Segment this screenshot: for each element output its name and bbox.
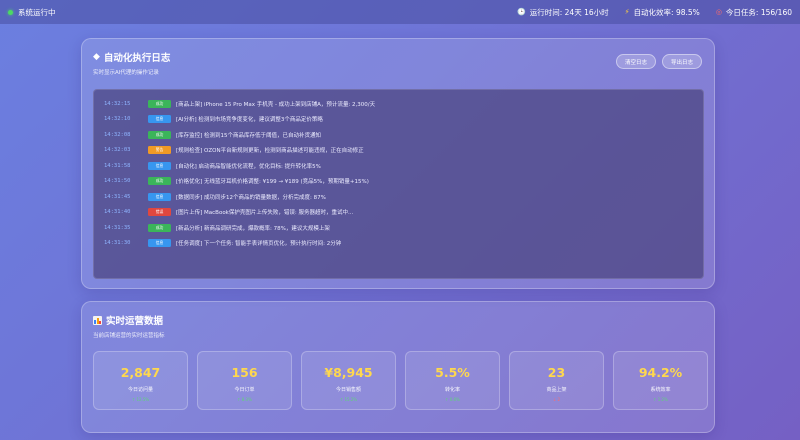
log-card-subtitle: 实时显示AI代理的操作记录 [93,70,159,76]
log-time: 14:31:30 [104,240,131,247]
top-stats: 🕒 运行时间: 24天 16小时 ⚡ 自动化效率: 98.5% ◎ 今日任务: … [517,7,792,18]
system-status-text: 系统运行中 [18,7,56,17]
log-time: 14:32:10 [104,116,131,123]
metric-card: 156 今日订单 ↑ 8.3% [197,351,292,410]
metric-change: ↑ 15.2% [339,397,358,402]
log-message: [AI分析] 检测到市场竞争度变化，建议调整3个商品定价策略 [176,117,323,124]
log-message: [图片上传] MacBook保护壳图片上传失败，错误: 服务器超时，重试中... [176,210,354,217]
log-time: 14:31:58 [104,162,131,169]
metric-label: 今日订单 [234,387,255,393]
log-message: [任务调度] 下一个任务: 智能手表详情页优化，预计执行时间: 2分钟 [176,241,342,248]
efficiency-stat: ⚡ 自动化效率: 98.5% [625,7,700,18]
log-entry: 14:31:50 成功 [价格优化] 无线蓝牙耳机价格调整: ¥199 → ¥189… [104,174,693,190]
metric-change: ↓ 2 [552,397,561,402]
log-tag-badge: 成功 [148,130,171,139]
metric-card: 23 商品上架 ↓ 2 [509,351,604,410]
log-tag-badge: 信息 [148,115,171,124]
log-tag-badge: 信息 [148,161,171,170]
log-entry: 14:32:10 信息 [AI分析] 检测到市场竞争度变化，建议调整3个商品定价策略 [104,112,693,128]
metric-label: 转化率 [444,387,460,393]
metric-change: ↑ 0.8% [445,397,460,402]
metric-card: 5.5% 转化率 ↑ 0.8% [405,351,500,410]
log-entry: 14:31:40 错误 [图片上传] MacBook保护壳图片上传失败，错误: 服务… [104,205,693,221]
metric-change: ↑ 12.5% [131,397,150,402]
log-console[interactable]: 14:32:15 成功 [商品上架] iPhone 15 Pro Max 手机壳 -… [93,89,704,279]
metrics-title-text: 实时运营数据 [106,316,164,327]
clear-log-button[interactable]: 清空日志 [615,54,656,69]
metric-label: 系统效率 [650,387,671,393]
metrics-card-subtitle: 当前店铺运营的实时运营指标 [93,333,165,339]
log-time: 14:31:45 [104,193,131,200]
metrics-grid: 2,847 今日访问量 ↑ 12.5% 156 今日订单 ↑ 8.3% ¥8,945 今日销售… [93,351,708,410]
log-tag-badge: 信息 [148,239,171,248]
log-time: 14:32:15 [104,100,131,107]
metric-change: ↑ 8.3% [237,397,252,402]
metric-label: 商品上架 [546,387,567,393]
bar-chart-icon [93,315,102,325]
metrics-card-title: 实时运营数据 [93,313,165,327]
log-title-text: 自动化执行日志 [103,53,171,64]
log-tag-badge: 信息 [148,192,171,201]
log-message: [数据同步] 成功同步12个商品的销量数据，分析完成度: 87% [176,194,326,201]
log-entry: 14:32:03 警告 [规则检查] OZON平台新规则更新，检测到商品描述可能违规… [104,143,693,159]
metric-card: 94.2% 系统效率 ↑ 1.2% [613,351,708,410]
log-message: [商品上架] iPhone 15 Pro Max 手机壳 - 成功上架到店铺A，… [176,101,376,108]
target-icon: ◎ [715,8,722,16]
top-status-bar: 系统运行中 🕒 运行时间: 24天 16小时 ⚡ 自动化效率: 98.5% ◎ … [0,0,800,24]
metric-value: ¥8,945 [324,365,373,380]
diamond-icon: ◆ [93,52,100,62]
log-tag-badge: 警告 [148,146,171,155]
log-tag-badge: 错误 [148,208,171,217]
status-dot-icon [8,9,13,15]
export-log-button[interactable]: 导出日志 [661,54,702,69]
log-tag-badge: 成功 [148,177,171,186]
realtime-metrics-card: 实时运营数据 当前店铺运营的实时运营指标 2,847 今日访问量 ↑ 12.5% 15… [81,301,715,433]
system-status: 系统运行中 [8,7,56,18]
tasks-stat: ◎ 今日任务: 156/160 [716,7,792,18]
metric-label: 今日销售额 [335,387,361,393]
log-actions: 清空日志 导出日志 [615,54,702,69]
uptime-text: 运行时间: 24天 16小时 [529,7,609,17]
log-entry: 14:31:45 信息 [数据同步] 成功同步12个商品的销量数据，分析完成度: 8… [104,189,693,205]
log-tag-badge: 成功 [148,99,171,108]
metric-value: 2,847 [120,365,161,380]
tasks-text: 今日任务: 156/160 [725,7,792,17]
metric-card: ¥8,945 今日销售额 ↑ 15.2% [301,351,396,410]
bolt-icon: ⚡ [624,8,630,16]
log-time: 14:31:50 [104,178,131,185]
metric-card: 2,847 今日访问量 ↑ 12.5% [93,351,188,410]
log-entry: 14:31:58 信息 [自动化] 启动商品智能优化流程，优化目标: 提升转化率5% [104,158,693,174]
metric-value: 94.2% [638,365,683,380]
automation-log-card: ◆ 自动化执行日志 实时显示AI代理的操作记录 清空日志 导出日志 14:32:… [81,38,715,289]
log-time: 14:31:40 [104,209,131,216]
efficiency-text: 自动化效率: 98.5% [633,7,700,17]
log-message: [规则检查] OZON平台新规则更新，检测到商品描述可能违规，正在自动修正 [176,148,364,155]
metric-value: 156 [231,365,258,380]
metric-value: 23 [547,365,566,380]
log-time: 14:32:08 [104,131,131,138]
metrics-card-header: 实时运营数据 当前店铺运营的实时运营指标 [93,313,165,339]
metric-change: ↑ 1.2% [653,397,668,402]
log-tag-badge: 成功 [148,223,171,232]
log-card-header: ◆ 自动化执行日志 实时显示AI代理的操作记录 [93,50,170,76]
log-entry: 14:32:15 成功 [商品上架] iPhone 15 Pro Max 手机壳 -… [104,96,693,112]
log-message: [价格优化] 无线蓝牙耳机价格调整: ¥199 → ¥189 (竞品5%，预期销… [176,179,369,186]
log-time: 14:31:35 [104,224,131,231]
log-message: [自动化] 启动商品智能优化流程，优化目标: 提升转化率5% [176,163,321,170]
log-card-title: ◆ 自动化执行日志 [93,50,170,64]
log-message: [新品分析] 新商品调研完成，爆款概率: 78%，建议大规模上架 [176,225,330,232]
log-time: 14:32:03 [104,147,131,154]
uptime-stat: 🕒 运行时间: 24天 16小时 [517,7,609,18]
clock-icon: 🕒 [517,8,526,16]
log-message: [库存监控] 检测到15个商品库存低于阈值，已自动补货通知 [176,132,322,139]
metric-value: 5.5% [435,365,470,380]
log-entry: 14:32:08 成功 [库存监控] 检测到15个商品库存低于阈值，已自动补货通知 [104,127,693,143]
log-entry: 14:31:30 信息 [任务调度] 下一个任务: 智能手表详情页优化，预计执行时间… [104,236,693,252]
metric-label: 今日访问量 [127,387,153,393]
log-entry: 14:31:35 成功 [新品分析] 新商品调研完成，爆款概率: 78%，建议大规模… [104,220,693,236]
